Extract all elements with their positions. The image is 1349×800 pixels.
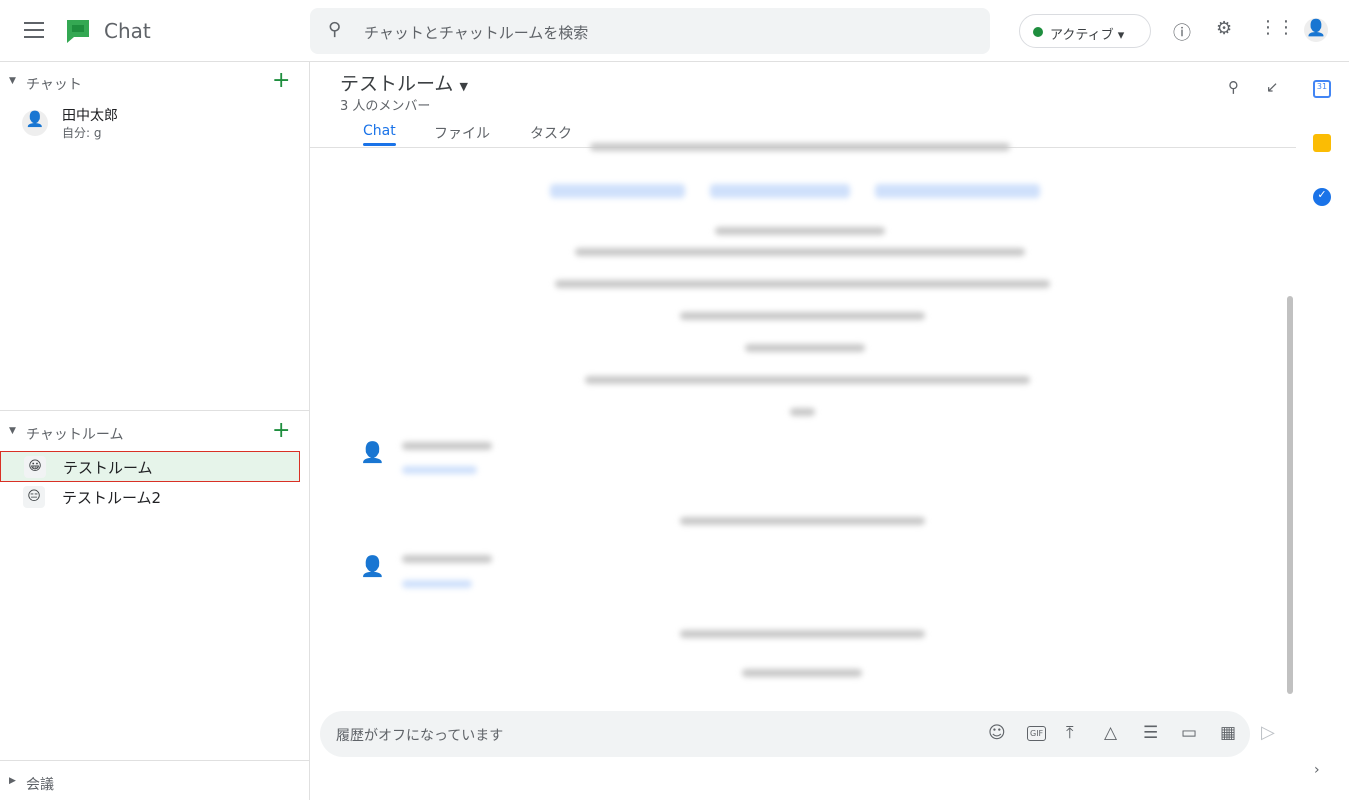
tasks-app-icon[interactable]: ✓ (1313, 188, 1331, 206)
search-icon[interactable]: ⚲ (1228, 78, 1239, 96)
add-chat-button[interactable]: + (272, 68, 290, 93)
search-input[interactable]: ⚲ チャットとチャットルームを検索 (310, 8, 990, 54)
status-label: アクティブ (1050, 28, 1114, 43)
room-title: テストルーム (340, 73, 454, 95)
avatar: 👤 (360, 554, 385, 578)
help-icon[interactable]: ⓘ (1173, 19, 1191, 45)
composer-placeholder: 履歴がオフになっています (336, 728, 504, 744)
section-label: チャットルーム (26, 427, 124, 443)
sidebar: ▼ チャット + 👤 田中太郎 自分: g ▼ チャットルーム + 😀 テストルーム 😑 テ… (0, 62, 310, 800)
emoji-icon[interactable]: ☺ (988, 723, 1006, 743)
room-name: テストルーム2 (62, 489, 162, 507)
upload-icon[interactable]: ⤒ (1066, 723, 1074, 743)
tab-chat[interactable]: Chat (363, 123, 396, 146)
room-panel: テストルーム ▼ 3 人のメンバー Chat ファイル タスク ⚲ ↙ 👤 👤 … (310, 62, 1296, 800)
section-label: チャット (26, 77, 82, 93)
chat-item-preview: 自分: g (62, 126, 102, 140)
avatar[interactable]: 👤 (1304, 18, 1328, 42)
tab-tasks[interactable]: タスク (530, 123, 572, 143)
room-name: テストルーム (63, 459, 153, 477)
keep-app-icon[interactable] (1313, 134, 1331, 152)
calendar-icon[interactable]: ▦ (1220, 723, 1236, 743)
section-label: 会議 (26, 777, 54, 793)
meet-section-header[interactable]: ▶ 会議 (0, 764, 310, 800)
apps-grid-icon[interactable]: ⋮⋮ (1259, 17, 1295, 38)
status-dropdown[interactable]: アクティブ ▾ (1019, 14, 1151, 48)
collapse-icon[interactable]: ↙ (1266, 78, 1279, 96)
member-count[interactable]: 3 人のメンバー (340, 95, 430, 114)
avatar: 👤 (360, 440, 385, 464)
avatar: 👤 (22, 110, 48, 136)
message-input[interactable]: 履歴がオフになっています ☺ GIF ⤒ △ ☰ ▭ ▦ (320, 711, 1250, 757)
top-bar: Chat ⚲ チャットとチャットルームを検索 アクティブ ▾ ⓘ ⚙ ⋮⋮ 👤 (0, 0, 1349, 62)
divider (0, 760, 310, 761)
chat-item-name: 田中太郎 (62, 108, 118, 124)
room-item[interactable]: 😑 テストルーム2 (0, 482, 300, 513)
add-doc-icon[interactable]: ☰ (1143, 723, 1158, 743)
chat-item[interactable]: 👤 田中太郎 自分: g (0, 102, 300, 146)
calendar-app-icon[interactable]: 31 (1313, 80, 1331, 98)
add-room-button[interactable]: + (272, 418, 290, 443)
tab-label: Chat (363, 123, 396, 139)
drive-icon[interactable]: △ (1104, 723, 1117, 743)
video-icon[interactable]: ▭ (1181, 723, 1197, 743)
gif-icon[interactable]: GIF (1027, 726, 1047, 741)
room-title-dropdown[interactable]: テストルーム ▼ (340, 69, 468, 96)
room-emoji-icon: 😀 (24, 456, 46, 478)
gear-icon[interactable]: ⚙ (1216, 18, 1232, 39)
send-icon[interactable]: ▷ (1261, 722, 1275, 743)
divider (0, 410, 310, 411)
expand-panel-icon[interactable]: › (1314, 762, 1320, 778)
side-panel-rail: 31 ✓ › (1296, 62, 1349, 800)
rooms-section-header[interactable]: ▼ チャットルーム + (0, 414, 310, 450)
scrollbar[interactable] (1287, 296, 1293, 694)
room-item[interactable]: 😀 テストルーム (0, 451, 300, 482)
search-icon: ⚲ (328, 19, 342, 40)
chat-logo-icon (67, 20, 89, 43)
search-placeholder: チャットとチャットルームを検索 (364, 24, 589, 42)
chat-section-header[interactable]: ▼ チャット + (0, 64, 310, 100)
tab-files[interactable]: ファイル (434, 123, 490, 143)
main-menu-icon[interactable] (24, 22, 44, 38)
room-header: テストルーム ▼ 3 人のメンバー Chat ファイル タスク ⚲ ↙ (310, 62, 1296, 148)
app-title: Chat (104, 19, 151, 43)
room-emoji-icon: 😑 (23, 486, 45, 508)
status-dot (1033, 27, 1043, 37)
